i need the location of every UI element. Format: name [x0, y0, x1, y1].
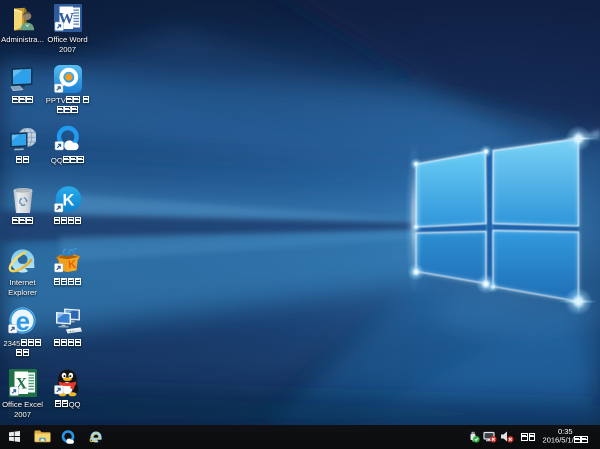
svg-text:K: K	[67, 258, 77, 271]
svg-text:K: K	[62, 191, 74, 209]
